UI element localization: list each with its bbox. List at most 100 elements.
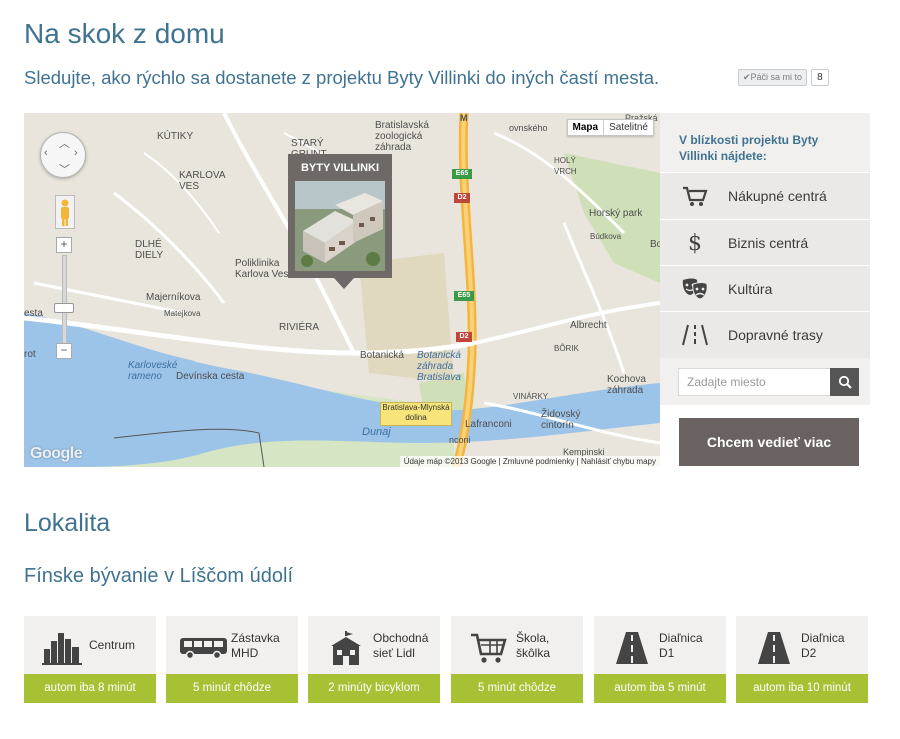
locality-card-bus-stop: Zástavka MHD 5 minút chôdze <box>166 616 298 703</box>
zoom-in-button[interactable]: + <box>56 237 72 253</box>
map-type-control[interactable]: Mapa Satelitné <box>566 119 654 136</box>
map-label-devinska-cesta: Devínska cesta <box>176 371 245 382</box>
project-building-image <box>295 181 385 271</box>
nearby-item-label: Biznis centrá <box>728 235 809 251</box>
locality-title: Lokalita <box>24 509 111 537</box>
card-label: Centrum <box>89 638 136 652</box>
nearby-item-label: Dopravné trasy <box>728 327 823 343</box>
card-duration: autom iba 5 minút <box>594 674 726 703</box>
zoom-out-button[interactable]: − <box>56 343 72 359</box>
map-label-m: M <box>460 113 468 123</box>
map-label-horsky-park: Horský park <box>589 208 643 219</box>
card-label: Diaľnica D2 <box>801 631 845 660</box>
project-marker-popup[interactable]: BYTY VILLINKI <box>288 154 392 289</box>
highway-icon <box>606 628 658 668</box>
street-view-pegman-icon[interactable] <box>55 195 75 229</box>
nearby-heading: V blízkosti projektu Byty Villinki nájde… <box>679 133 819 163</box>
highway-icon <box>748 628 800 668</box>
map-label-riviera: RIVIÉRA <box>279 322 320 333</box>
route-shield-d2: D2 <box>454 193 470 203</box>
card-duration: 5 minút chôdze <box>166 674 298 703</box>
locality-card-center: Centrum autom iba 8 minút <box>24 616 156 703</box>
locality-card-school: Škola, škôlka 5 minút chôdze <box>451 616 583 703</box>
route-shield-d2-2: D2 <box>456 332 472 342</box>
map-label-dlhe-diely: DLHÉ DIELY <box>135 239 164 261</box>
road-icon <box>680 321 710 349</box>
map-label-vajanskeho: ovnského <box>509 123 548 133</box>
page-subtitle: Sledujte, ako rýchlo sa dostanete z proj… <box>24 67 660 88</box>
locality-card-d1: Diaľnica D1 autom iba 5 minút <box>594 616 726 703</box>
store-icon <box>320 628 372 668</box>
map-label-borik: BÔRIK <box>554 344 579 353</box>
card-label: Diaľnica D1 <box>659 631 703 660</box>
map-label-kochova-zahrada: Kochova záhrada <box>607 374 646 396</box>
map-label-albrecht: Albrecht <box>570 320 607 331</box>
map-label-dunaj: Dunaj <box>362 426 391 438</box>
popup-pointer <box>334 278 354 289</box>
nearby-item-label: Nákupné centrá <box>728 188 827 204</box>
search-icon <box>838 375 852 389</box>
nearby-panel: V blízkosti projektu Byty Villinki nájde… <box>660 113 870 405</box>
place-search-input[interactable]: Zadajte miesto <box>678 368 831 396</box>
map-label-botanicka: Botanická <box>360 350 404 361</box>
pan-up-icon[interactable]: ︿ <box>59 135 70 151</box>
dollar-icon: $ <box>688 230 702 256</box>
theater-masks-icon <box>680 275 710 303</box>
route-shield-e65: E65 <box>452 169 472 179</box>
card-duration: autom iba 10 minút <box>736 674 868 703</box>
map-label-karlova-ves: KARLOVA VES <box>179 170 226 192</box>
route-shield-e65-2: E65 <box>454 291 474 301</box>
learn-more-button[interactable]: Chcem vedieť viac <box>679 418 859 466</box>
map-type-satellite-button[interactable]: Satelitné <box>604 120 653 135</box>
map-label-botanicka-zahrada: Botanická záhrada Bratislava <box>417 350 461 383</box>
map-label-vinarky: VINÁRKY <box>513 392 549 401</box>
pan-right-icon[interactable]: › <box>74 147 78 159</box>
map-label-majernikova: Majerníkova <box>146 292 201 303</box>
nearby-item-shopping[interactable]: Nákupné centrá <box>660 172 870 219</box>
like-button[interactable]: ✔Páči sa mi to <box>738 69 808 86</box>
map-type-map-button[interactable]: Mapa <box>568 120 605 135</box>
map-label-bo: Bo <box>650 239 660 250</box>
pan-control[interactable]: ︿ ﹀ ‹ › <box>40 132 86 178</box>
pan-down-icon[interactable]: ﹀ <box>59 161 70 177</box>
map-label-mlynska-dolina: Bratislava-Mlynská dolina <box>380 402 452 426</box>
popup-title: BYTY VILLINKI <box>300 162 380 174</box>
google-logo: Google <box>30 445 83 462</box>
card-duration: 5 minút chôdze <box>451 674 583 703</box>
map-label-kutiky: KÚTIKY <box>157 131 194 142</box>
nearby-item-transport[interactable]: Dopravné trasy <box>660 311 870 358</box>
facebook-like[interactable]: ✔Páči sa mi to 8 <box>738 69 829 86</box>
locality-card-d2: Diaľnica D2 autom iba 10 minút <box>736 616 868 703</box>
map-label-budkova: Búdkova <box>590 232 622 241</box>
card-label: Obchodná sieť Lidl <box>373 631 429 660</box>
nearby-item-business[interactable]: $ Biznis centrá <box>660 219 870 266</box>
card-label: Škola, škôlka <box>516 631 551 660</box>
map-label-lafranconi-bridge: nconi <box>449 435 471 445</box>
place-search: Zadajte miesto <box>678 368 859 396</box>
bus-icon <box>178 628 230 668</box>
pan-left-icon[interactable]: ‹ <box>44 147 48 159</box>
zoom-slider-track[interactable] <box>62 255 67 345</box>
map-label-poliklinika: Poliklinika Karlova Ves <box>235 258 289 280</box>
page-title: Na skok z domu <box>24 18 225 49</box>
like-label: Páči sa mi to <box>750 72 803 82</box>
map-label-matejkova: Matejkova <box>164 309 201 318</box>
map-label-karloveske-rameno: Karloveské rameno <box>128 360 178 382</box>
map-label-cesta: esta <box>24 308 43 319</box>
map-label-lafranconi: Lafranconi <box>465 419 512 430</box>
nearby-item-label: Kultúra <box>728 281 773 297</box>
map-attribution[interactable]: Údaje máp ©2013 Google | Zmluvné podmien… <box>399 456 660 467</box>
search-button[interactable] <box>830 368 859 396</box>
card-duration: autom iba 8 minút <box>24 674 156 703</box>
card-label: Zástavka MHD <box>231 631 280 660</box>
nearby-item-culture[interactable]: Kultúra <box>660 265 870 312</box>
location-map[interactable]: KÚTIKY STARÝ GRUNT Bratislavská zoologic… <box>24 113 660 467</box>
map-label-holy-vrch: HOLÝ VRCH <box>554 156 577 176</box>
cart-icon <box>463 628 515 668</box>
map-label-zidovsky-cintorin: Židovský cintorín <box>541 409 581 431</box>
card-duration: 2 minúty bicyklom <box>308 674 440 703</box>
locality-card-lidl: Obchodná sieť Lidl 2 minúty bicyklom <box>308 616 440 703</box>
map-label-rot: rot <box>24 349 36 360</box>
zoom-slider-thumb[interactable] <box>54 303 74 313</box>
cart-icon <box>680 182 710 210</box>
